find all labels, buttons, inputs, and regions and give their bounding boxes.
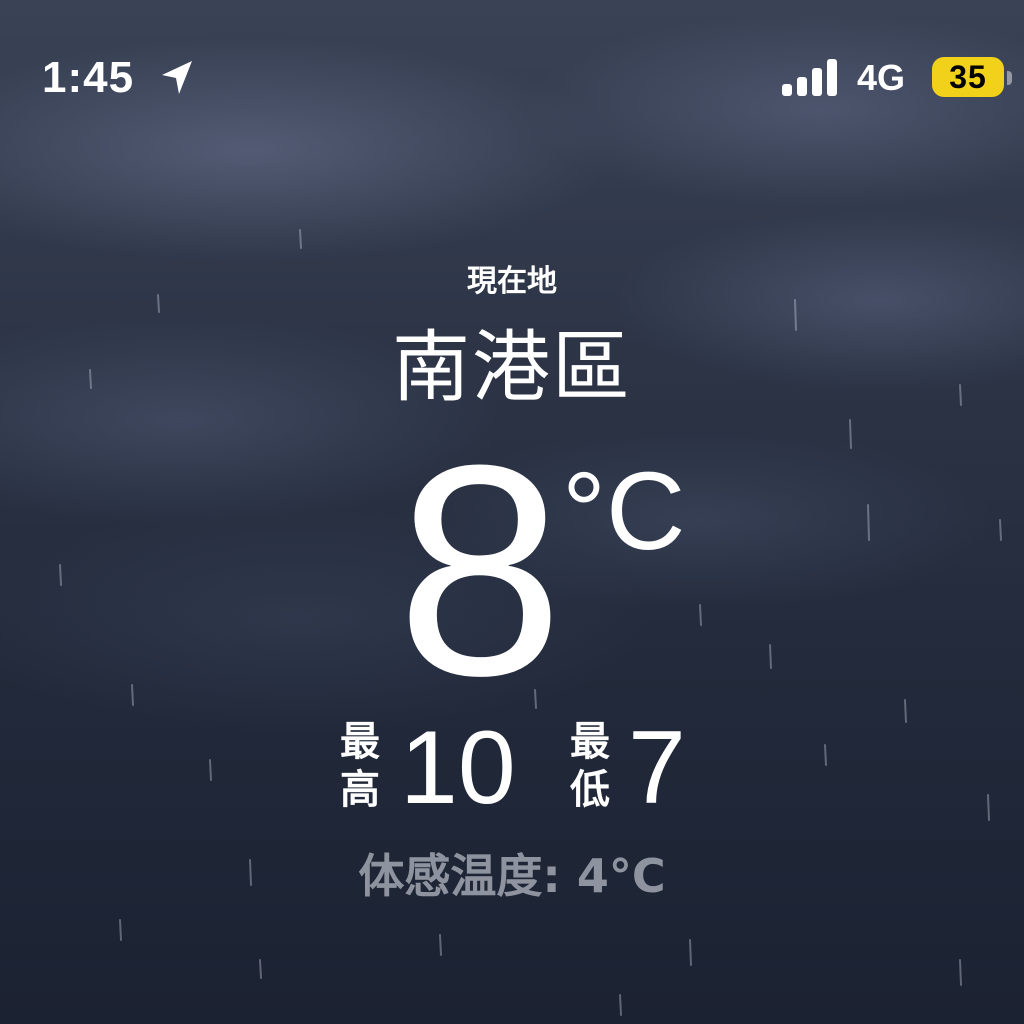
battery-indicator: 35 — [932, 57, 1004, 97]
feels-like-temperature: 体感温度: 4°C — [358, 849, 666, 903]
status-bar: 1:45 4G 35 — [0, 0, 1024, 110]
low-label: 最 低 — [566, 718, 614, 814]
high-temperature: 最 高 10 — [336, 710, 536, 828]
high-label-char-1: 最 — [340, 719, 380, 765]
high-label-char-2: 高 — [340, 767, 380, 813]
location-arrow-icon — [162, 61, 192, 94]
low-label-char-2: 低 — [570, 767, 610, 813]
battery-level: 35 — [949, 59, 987, 95]
high-label: 最 高 — [336, 718, 384, 814]
temperature-unit: °C — [562, 450, 686, 573]
battery-nub-icon — [1007, 71, 1012, 85]
high-value: 10 — [400, 710, 516, 826]
weather-screen: 1:45 4G 35 現在地 南港區 8 °C 最 高 10 最 低 7 体感温… — [0, 0, 1024, 1024]
status-time: 1:45 — [42, 53, 135, 102]
network-type: 4G — [857, 57, 906, 98]
low-temperature: 最 低 7 — [566, 710, 706, 828]
low-value: 7 — [628, 710, 686, 826]
signal-bars-icon — [782, 59, 837, 96]
location-caption: 現在地 — [467, 264, 557, 299]
current-temperature: 8 — [396, 402, 564, 738]
low-label-char-1: 最 — [570, 719, 610, 765]
